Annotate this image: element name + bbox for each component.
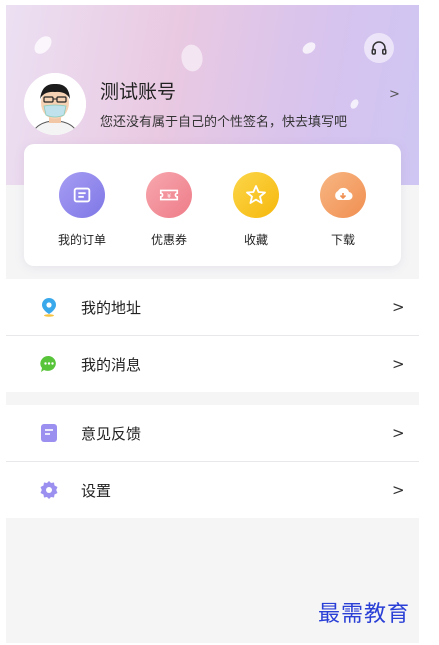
menu-item-label: 设置: [81, 481, 112, 500]
quick-action-favorites[interactable]: 收藏: [216, 172, 296, 248]
menu-item-settings[interactable]: 设置 >: [6, 462, 419, 518]
chevron-right-icon: >: [392, 298, 405, 316]
quick-action-label: 我的订单: [57, 233, 106, 247]
coupon-icon: ¥: [146, 172, 192, 218]
petal-decoration: [31, 32, 55, 58]
menu-item-label: 我的地址: [81, 298, 142, 317]
quick-action-label: 下载: [330, 233, 355, 247]
menu-item-feedback[interactable]: 意见反馈 >: [6, 405, 419, 461]
location-icon: [38, 296, 60, 318]
watermark-text: 最需教育: [318, 602, 411, 627]
chevron-right-icon: >: [392, 355, 405, 373]
profile-screen: 测试账号 您还没有属于自己的个性签名，快去填写吧 > 我的订单 ¥ 优惠券 收藏…: [6, 5, 419, 643]
avatar[interactable]: [24, 73, 86, 135]
menu-item-address[interactable]: 我的地址 >: [6, 279, 419, 335]
quick-action-label: 优惠券: [150, 233, 187, 247]
customer-service-button[interactable]: [364, 33, 394, 63]
quick-action-orders[interactable]: 我的订单: [42, 172, 122, 248]
order-icon: [59, 172, 105, 218]
username: 测试账号: [100, 81, 177, 103]
quick-action-downloads[interactable]: 下载: [303, 172, 383, 248]
avatar-image: [24, 73, 86, 135]
petal-decoration: [349, 98, 360, 110]
petal-decoration: [300, 39, 318, 57]
settings-icon: [38, 479, 60, 501]
quick-actions-card: 我的订单 ¥ 优惠券 收藏 下载: [24, 144, 401, 266]
menu-group-system: 意见反馈 > 设置 >: [6, 405, 419, 518]
signature-text[interactable]: 您还没有属于自己的个性签名，快去填写吧: [100, 111, 347, 130]
download-icon: [320, 172, 366, 218]
feedback-icon: [38, 422, 60, 444]
message-icon: [38, 353, 60, 375]
menu-group-account: 我的地址 > 我的消息 >: [6, 279, 419, 392]
svg-text:¥: ¥: [167, 192, 171, 200]
menu-item-messages[interactable]: 我的消息 >: [6, 336, 419, 392]
chevron-right-icon: >: [392, 424, 405, 442]
chevron-right-icon: >: [392, 481, 405, 499]
star-icon: [233, 172, 279, 218]
menu-item-label: 意见反馈: [81, 424, 142, 443]
quick-action-coupons[interactable]: ¥ 优惠券: [129, 172, 209, 248]
profile-arrow-icon[interactable]: >: [389, 87, 400, 102]
headphones-icon: [371, 41, 387, 55]
petal-decoration: [175, 41, 209, 75]
quick-action-label: 收藏: [243, 233, 268, 247]
menu-item-label: 我的消息: [81, 355, 142, 374]
